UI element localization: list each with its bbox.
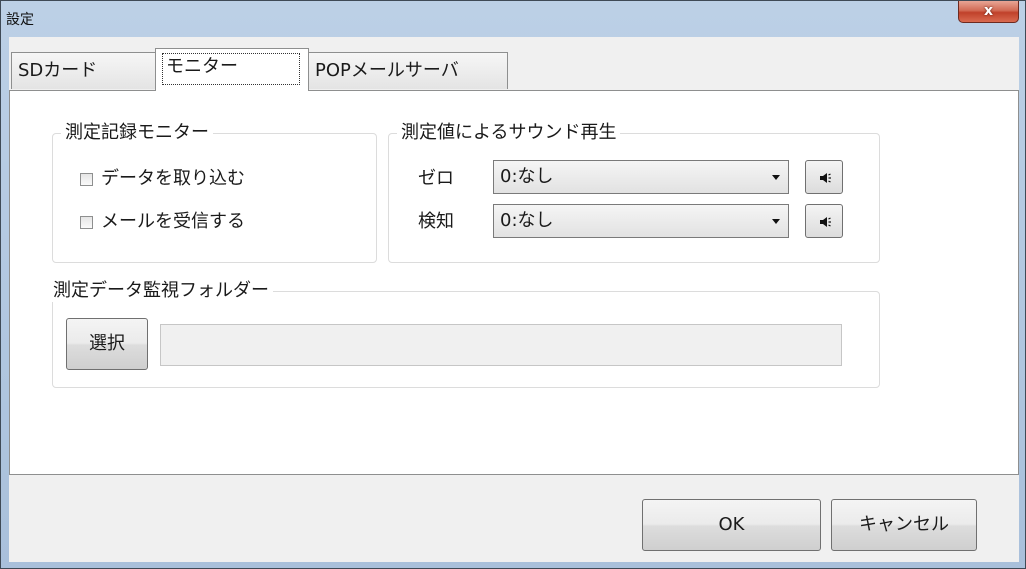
import-data-label: データを取り込む [101, 168, 245, 189]
watch-folder-legend: 測定データ監視フォルダー [49, 280, 273, 302]
receive-mail-label: メールを受信する [101, 211, 245, 232]
monitor-record-group: 測定記録モニター [52, 122, 377, 263]
ok-button[interactable]: OK [642, 499, 821, 551]
select-folder-button[interactable]: 選択 [66, 318, 148, 370]
dialog-body: SDカード モニター POPメールサーバ 測定記録モニター データを取り込む メ… [9, 37, 1019, 562]
chevron-down-icon [772, 175, 780, 180]
chevron-down-icon [772, 219, 780, 224]
speaker-icon [820, 173, 831, 183]
close-button[interactable]: x [958, 1, 1019, 23]
detect-play-button[interactable] [805, 204, 843, 238]
focus-rectangle [162, 53, 300, 85]
monitor-tab-page: 測定記録モニター データを取り込む メールを受信する 測定値によるサウンド再生 … [9, 90, 1019, 475]
zero-play-button[interactable] [805, 160, 843, 194]
folder-path-field[interactable] [160, 324, 842, 366]
detect-sound-select[interactable]: 0:なし [493, 204, 789, 238]
receive-mail-checkbox[interactable] [80, 216, 93, 229]
tab-monitor[interactable]: モニター [155, 48, 309, 91]
sound-playback-group: 測定値によるサウンド再生 [388, 122, 880, 263]
speaker-icon [820, 217, 831, 227]
window-title: 設定 [6, 12, 34, 28]
zero-sound-select[interactable]: 0:なし [493, 160, 789, 194]
settings-dialog: 設定 x SDカード モニター POPメールサーバ 測定記録モニター データを取… [0, 0, 1026, 569]
monitor-record-legend: 測定記録モニター [61, 122, 213, 144]
tab-pop-mail-server[interactable]: POPメールサーバ [308, 52, 508, 89]
import-data-checkbox[interactable] [80, 173, 93, 186]
zero-label: ゼロ [418, 168, 454, 189]
title-bar[interactable]: 設定 x [1, 1, 1025, 37]
sound-playback-legend: 測定値によるサウンド再生 [397, 122, 621, 144]
close-icon: x [983, 3, 994, 19]
cancel-button[interactable]: キャンセル [831, 499, 977, 551]
tab-sd-card[interactable]: SDカード [11, 52, 156, 89]
tab-strip: SDカード モニター POPメールサーバ [9, 37, 1019, 91]
detect-sound-value: 0:なし [500, 210, 554, 231]
detect-label: 検知 [418, 211, 454, 232]
zero-sound-value: 0:なし [500, 166, 554, 187]
